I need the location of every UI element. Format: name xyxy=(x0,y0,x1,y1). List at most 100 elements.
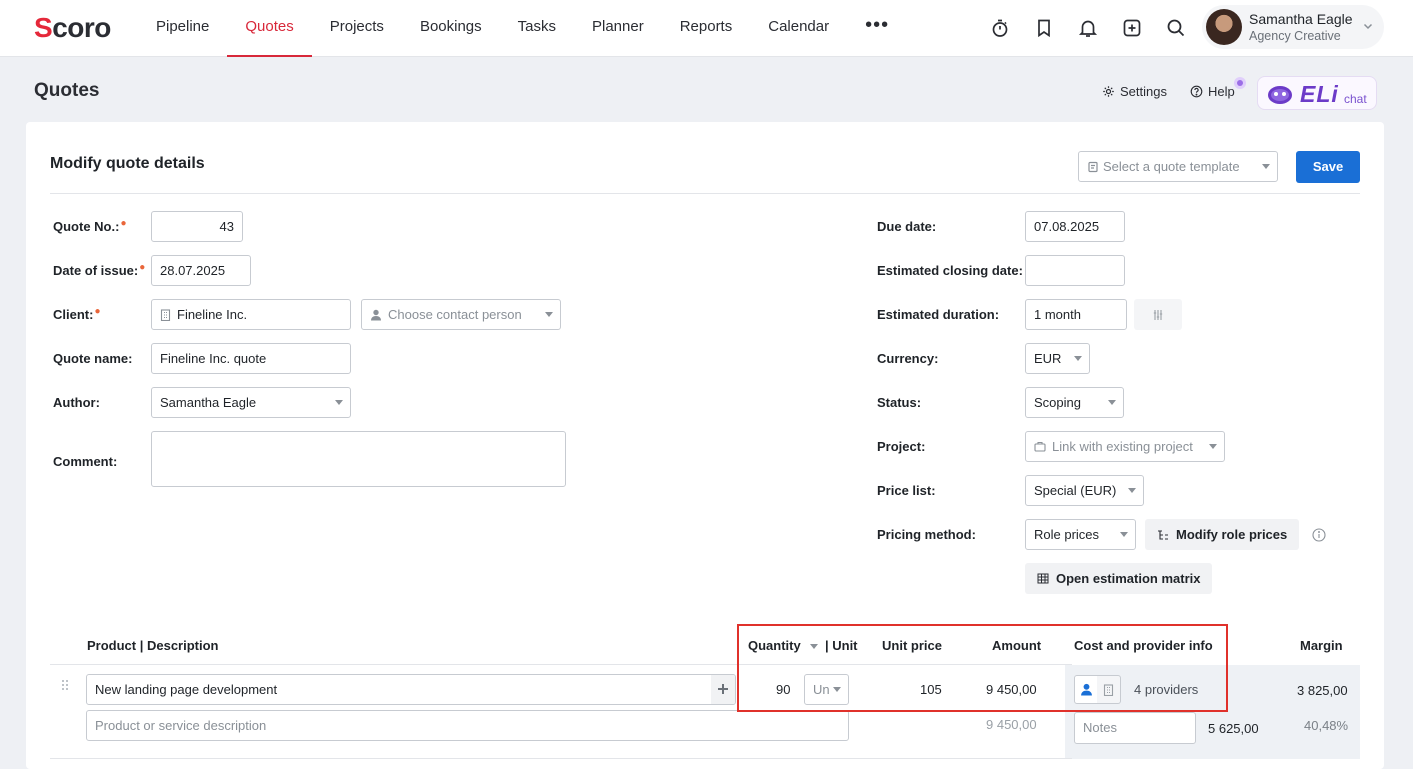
comment-label: Comment: xyxy=(53,454,118,469)
quote-name-label: Quote name: xyxy=(53,351,133,366)
amount-sub-value: 9 450,00 xyxy=(986,717,1037,732)
duration-label: Estimated duration: xyxy=(877,307,1000,322)
quantity-value[interactable]: 90 xyxy=(776,682,790,697)
user-organization: Agency Creative xyxy=(1249,29,1341,43)
briefcase-icon xyxy=(1034,442,1046,452)
author-select[interactable]: Samantha Eagle xyxy=(151,387,351,418)
product-input[interactable]: New landing page development xyxy=(86,674,736,705)
bookmark-icon[interactable] xyxy=(1032,14,1056,42)
dropdown-caret-icon xyxy=(1209,444,1217,449)
notification-dot xyxy=(1234,77,1246,89)
eli-bot-icon xyxy=(1268,86,1292,104)
person-icon xyxy=(371,309,381,321)
save-button[interactable]: Save xyxy=(1296,151,1360,183)
dropdown-caret-icon xyxy=(545,312,553,317)
closing-date-label: Estimated closing date: xyxy=(877,263,1023,278)
user-menu[interactable]: Samantha Eagle Agency Creative xyxy=(1202,5,1384,49)
contact-person-select[interactable]: Choose contact person xyxy=(361,299,561,330)
status-label: Status: xyxy=(877,395,922,410)
quote-no-input[interactable]: 43 xyxy=(151,211,243,242)
description-input[interactable]: Product or service description xyxy=(86,710,849,741)
plus-icon xyxy=(718,684,728,694)
currency-select[interactable]: EUR xyxy=(1025,343,1090,374)
gear-icon xyxy=(1103,86,1114,97)
amount-value: 9 450,00 xyxy=(986,682,1037,697)
dropdown-caret-icon xyxy=(1108,400,1116,405)
closing-date-input[interactable] xyxy=(1025,255,1125,286)
person-provider-button[interactable] xyxy=(1074,675,1098,704)
project-label: Project: xyxy=(877,439,926,454)
quantity-header[interactable]: Quantity | Unit xyxy=(748,638,858,653)
search-icon[interactable] xyxy=(1164,14,1188,42)
modify-role-prices-button[interactable]: Modify role prices xyxy=(1145,519,1300,550)
sort-down-icon xyxy=(810,643,819,649)
due-date-input[interactable]: 07.08.2025 xyxy=(1025,211,1125,242)
comment-textarea[interactable] xyxy=(151,431,566,487)
help-icon xyxy=(1190,85,1203,98)
list-tree-icon xyxy=(1158,529,1168,540)
dropdown-caret-icon xyxy=(1120,532,1128,537)
margin-value: 3 825,00 xyxy=(1297,683,1348,698)
price-list-label: Price list: xyxy=(877,483,936,498)
timer-icon[interactable] xyxy=(988,14,1012,42)
unit-price-value[interactable]: 105 xyxy=(920,682,942,697)
nav-reports[interactable]: Reports xyxy=(662,0,751,57)
providers-link[interactable]: 4 providers xyxy=(1134,682,1198,697)
nav-planner[interactable]: Planner xyxy=(574,0,662,57)
unit-price-header: Unit price xyxy=(882,638,942,653)
nav-bookings[interactable]: Bookings xyxy=(402,0,500,57)
price-list-select[interactable]: Special (EUR) xyxy=(1025,475,1144,506)
author-label: Author: xyxy=(53,395,100,410)
nav-quotes[interactable]: Quotes xyxy=(227,0,312,57)
status-select[interactable]: Scoping xyxy=(1025,387,1124,418)
dropdown-caret-icon xyxy=(335,400,343,405)
settings-link[interactable]: Settings xyxy=(1102,84,1167,99)
amount-header: Amount xyxy=(992,638,1042,653)
duration-settings-button[interactable] xyxy=(1134,299,1182,330)
divider xyxy=(50,193,1360,194)
quote-no-label: Quote No.:● xyxy=(53,218,127,234)
nav-more-button[interactable]: ••• xyxy=(847,0,907,57)
client-label: Client:● xyxy=(53,306,101,322)
company-provider-button[interactable] xyxy=(1097,675,1121,704)
user-name: Samantha Eagle xyxy=(1249,11,1353,27)
divider xyxy=(50,664,1072,665)
quote-details-card: Modify quote details Select a quote temp… xyxy=(26,122,1384,769)
open-estimation-matrix-button[interactable]: Open estimation matrix xyxy=(1025,563,1213,594)
card-title: Modify quote details xyxy=(50,155,205,172)
pricing-method-select[interactable]: Role prices xyxy=(1025,519,1136,550)
project-select[interactable]: Link with existing project xyxy=(1025,431,1225,462)
nav-pipeline[interactable]: Pipeline xyxy=(138,0,227,57)
date-of-issue-input[interactable]: 28.07.2025 xyxy=(151,255,251,286)
nav-tasks[interactable]: Tasks xyxy=(500,0,574,57)
quote-template-select[interactable]: Select a quote template xyxy=(1078,151,1278,182)
page-title: Quotes xyxy=(34,80,100,101)
template-icon xyxy=(1088,161,1098,173)
date-of-issue-label: Date of issue:● xyxy=(53,262,146,278)
main-nav: Pipeline Quotes Projects Bookings Tasks … xyxy=(138,0,907,57)
nav-calendar[interactable]: Calendar xyxy=(750,0,847,57)
currency-label: Currency: xyxy=(877,351,939,366)
dropdown-caret-icon xyxy=(1262,164,1270,169)
notes-input[interactable]: Notes xyxy=(1074,712,1196,744)
chevron-down-icon xyxy=(1362,20,1374,35)
bell-icon[interactable] xyxy=(1076,14,1100,42)
nav-projects[interactable]: Projects xyxy=(312,0,402,57)
cost-value: 5 625,00 xyxy=(1208,721,1259,736)
client-select[interactable]: Fineline Inc. xyxy=(151,299,351,330)
help-link[interactable]: Help xyxy=(1190,84,1235,99)
quote-name-input[interactable]: Fineline Inc. quote xyxy=(151,343,351,374)
margin-header: Margin xyxy=(1300,638,1343,653)
duration-input[interactable]: 1 month xyxy=(1025,299,1127,330)
add-icon[interactable] xyxy=(1120,14,1144,42)
avatar xyxy=(1206,9,1242,45)
top-icons xyxy=(988,14,1188,42)
info-icon[interactable] xyxy=(1312,528,1326,542)
top-bar: Scoro Pipeline Quotes Projects Bookings … xyxy=(0,0,1413,57)
eli-chat-button[interactable]: ELi chat xyxy=(1257,76,1377,110)
unit-select[interactable]: Un xyxy=(804,674,849,705)
add-product-button[interactable] xyxy=(711,675,735,704)
scoro-logo[interactable]: Scoro xyxy=(34,12,111,44)
dropdown-caret-icon xyxy=(833,687,841,692)
drag-handle-icon[interactable] xyxy=(61,679,69,691)
